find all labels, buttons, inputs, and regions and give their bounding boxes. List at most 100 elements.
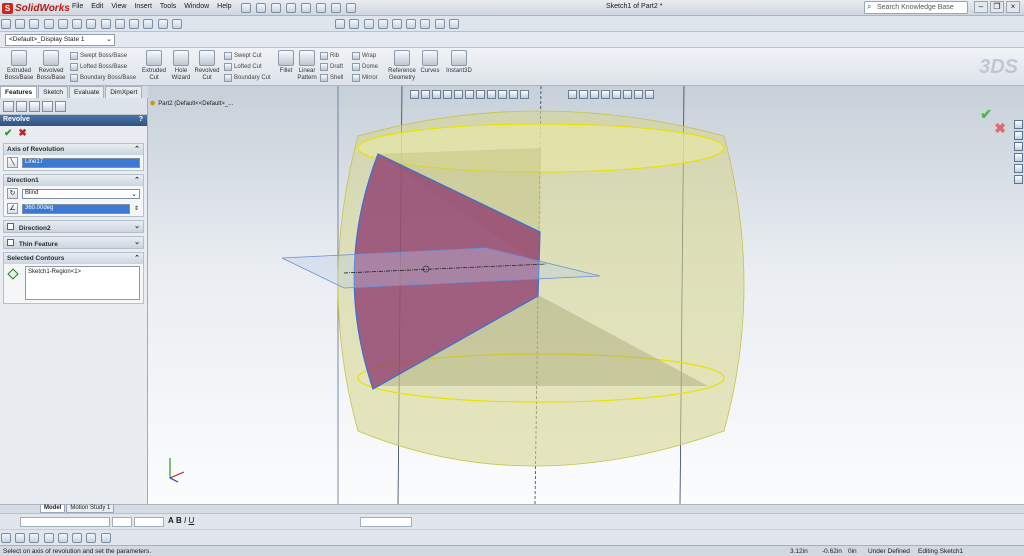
collapse-icon[interactable]: ⌃ xyxy=(134,254,140,262)
appearances-icon[interactable] xyxy=(1014,164,1023,173)
restore-button[interactable]: ❐ xyxy=(990,1,1004,13)
tab-evaluate[interactable]: Evaluate xyxy=(68,86,105,98)
property-manager-icon[interactable] xyxy=(16,101,27,112)
save-icon[interactable] xyxy=(271,3,281,13)
zoom-fit-icon[interactable] xyxy=(335,19,346,29)
select-icon[interactable] xyxy=(316,3,326,13)
bold-icon[interactable]: A xyxy=(168,516,174,525)
direction2-header[interactable]: Direction2 ⌄ xyxy=(4,221,143,232)
menu-tools[interactable]: Tools xyxy=(160,3,176,10)
contours-list[interactable]: Sketch1-Region<1> xyxy=(25,266,140,300)
menu-help[interactable]: Help xyxy=(217,3,231,10)
rebuild-icon[interactable] xyxy=(331,3,341,13)
direction1-header[interactable]: Direction1 ⌃ xyxy=(4,175,143,186)
view-orientation-icon[interactable] xyxy=(391,19,402,29)
contour-item[interactable]: Sketch1-Region<1> xyxy=(28,269,81,275)
ok-check-icon[interactable]: ✔ xyxy=(4,128,12,139)
options-icon[interactable] xyxy=(346,3,356,13)
polygon-tool-icon[interactable] xyxy=(100,533,111,543)
reference-geometry-button[interactable]: Reference Geometry xyxy=(386,50,418,82)
lofted-boss-button[interactable]: Lofted Boss/Base xyxy=(70,63,127,71)
display-manager-icon[interactable] xyxy=(55,101,66,112)
rectangle-icon[interactable] xyxy=(29,19,40,29)
expand-icon[interactable]: ⌄ xyxy=(134,238,140,246)
collapse-icon[interactable]: ⌃ xyxy=(134,176,140,184)
circle-icon[interactable] xyxy=(43,19,54,29)
tab-model[interactable]: Model xyxy=(40,505,66,513)
end-condition-select[interactable]: Blind ⌄ xyxy=(22,188,140,199)
extruded-cut-button[interactable]: Extruded Cut xyxy=(140,50,168,82)
font-size-input[interactable] xyxy=(134,517,164,527)
model-viewport[interactable] xyxy=(148,86,1024,504)
zoom-area-icon[interactable] xyxy=(349,19,360,29)
axis-selection-field[interactable]: Line17 xyxy=(22,157,140,168)
curves-button[interactable]: Curves xyxy=(419,50,441,75)
wrap-button[interactable]: Wrap xyxy=(352,52,376,60)
revolved-boss-button[interactable]: Revolved Boss/Base xyxy=(36,50,66,82)
search-input[interactable]: ⌕ Search Knowledge Base xyxy=(864,1,968,14)
thin-feature-header[interactable]: Thin Feature ⌄ xyxy=(4,237,143,248)
centerline-icon[interactable] xyxy=(100,19,111,29)
design-library-icon[interactable] xyxy=(1014,131,1023,140)
lofted-cut-button[interactable]: Lofted Cut xyxy=(224,63,262,71)
display-style-icon[interactable] xyxy=(406,19,417,29)
shell-button[interactable]: Shell xyxy=(320,74,343,82)
mirror-button[interactable]: Mirror xyxy=(352,74,378,82)
tab-motion-study[interactable]: Motion Study 1 xyxy=(66,505,115,513)
appearance-icon[interactable] xyxy=(434,19,445,29)
menu-view[interactable]: View xyxy=(111,3,126,10)
graphics-area[interactable]: ⬢ Part2 (Default<<Default>_... ✔ ✖ xyxy=(148,86,1024,504)
underline-icon[interactable]: U xyxy=(189,516,195,525)
circle-tool-icon[interactable] xyxy=(43,533,54,543)
hide-show-icon[interactable] xyxy=(420,19,431,29)
spline-tool-icon[interactable] xyxy=(57,533,68,543)
sketch-tool-icon[interactable] xyxy=(1,533,11,543)
direction2-checkbox[interactable] xyxy=(7,223,14,230)
line-tool-icon[interactable] xyxy=(15,533,26,543)
scene-icon[interactable] xyxy=(448,19,459,29)
dome-button[interactable]: Dome xyxy=(352,63,378,71)
fillet-button[interactable]: Fillet xyxy=(276,50,296,75)
menu-insert[interactable]: Insert xyxy=(134,3,152,10)
new-document-icon[interactable] xyxy=(241,3,251,13)
contours-header[interactable]: Selected Contours ⌃ xyxy=(4,253,143,264)
dimension-icon[interactable] xyxy=(157,19,168,29)
menu-edit[interactable]: Edit xyxy=(91,3,103,10)
offset-icon[interactable] xyxy=(129,19,140,29)
view-palette-icon[interactable] xyxy=(1014,153,1023,162)
resources-icon[interactable] xyxy=(1014,120,1023,129)
print-icon[interactable] xyxy=(286,3,296,13)
spline-icon[interactable] xyxy=(72,19,83,29)
collapse-icon[interactable]: ⌃ xyxy=(134,145,140,153)
axis-group-header[interactable]: Axis of Revolution ⌃ xyxy=(4,144,143,155)
rib-button[interactable]: Rib xyxy=(320,52,339,60)
previous-view-icon[interactable] xyxy=(363,19,374,29)
configuration-manager-icon[interactable] xyxy=(29,101,40,112)
trim-icon[interactable] xyxy=(114,19,125,29)
expand-icon[interactable]: ⌄ xyxy=(134,222,140,230)
hole-wizard-button[interactable]: Hole Wizard xyxy=(168,50,194,82)
file-explorer-icon[interactable] xyxy=(1014,142,1023,151)
section-view-icon[interactable] xyxy=(377,19,388,29)
arc-icon[interactable] xyxy=(57,19,68,29)
boundary-cut-button[interactable]: Boundary Cut xyxy=(224,74,271,82)
close-button[interactable]: × xyxy=(1006,1,1020,13)
swept-cut-button[interactable]: Swept Cut xyxy=(224,52,262,60)
point-icon[interactable] xyxy=(86,19,97,29)
point-tool-icon[interactable] xyxy=(72,533,83,543)
font-select[interactable] xyxy=(20,517,110,527)
italic-icon[interactable]: I xyxy=(184,516,186,525)
display-state-select[interactable]: <Default>_Display State 1 ⌄ xyxy=(5,34,115,46)
line-style-select[interactable] xyxy=(360,517,412,527)
menu-file[interactable]: File xyxy=(72,3,83,10)
menu-window[interactable]: Window xyxy=(184,3,209,10)
bold-b-icon[interactable]: B xyxy=(176,516,182,525)
confirm-cancel-icon[interactable]: ✖ xyxy=(994,120,1006,137)
confirm-ok-icon[interactable]: ✔ xyxy=(980,106,992,123)
thin-feature-checkbox[interactable] xyxy=(7,239,14,246)
feature-manager-icon[interactable] xyxy=(3,101,14,112)
mirror-entities-icon[interactable] xyxy=(143,19,154,29)
font-size-select[interactable] xyxy=(112,517,132,527)
instant3d-button[interactable]: Instant3D xyxy=(444,50,474,75)
dimxpert-manager-icon[interactable] xyxy=(42,101,53,112)
